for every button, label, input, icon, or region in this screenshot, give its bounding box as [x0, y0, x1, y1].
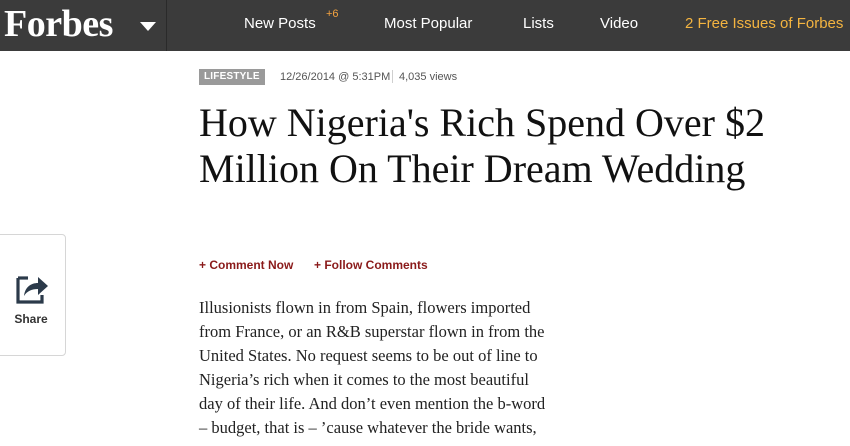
meta-divider — [392, 70, 393, 83]
body-line: Nigeria’s rich when it comes to the most… — [199, 370, 529, 389]
share-label: Share — [14, 312, 48, 326]
body-line: from France, or an R&B superstar flown i… — [199, 322, 545, 341]
nav-video[interactable]: Video — [600, 14, 638, 34]
chevron-down-icon[interactable] — [136, 14, 160, 38]
body-line: United States. No request seems to be ou… — [199, 346, 538, 365]
nav-lists[interactable]: Lists — [523, 14, 554, 34]
share-widget[interactable]: Share — [0, 234, 66, 356]
view-count: 4,035 views — [399, 71, 458, 83]
article-body: Illusionists flown in from Spain, flower… — [199, 296, 619, 440]
nav-free-issues-promo[interactable]: 2 Free Issues of Forbes — [685, 14, 843, 34]
body-line: – budget, that is – ’cause whatever the … — [199, 418, 537, 437]
new-posts-count-badge: +6 — [326, 8, 339, 20]
body-line: Illusionists flown in from Spain, flower… — [199, 298, 531, 317]
nav-new-posts[interactable]: New Posts — [244, 14, 316, 34]
follow-comments-link[interactable]: + Follow Comments — [314, 258, 428, 272]
article-headline: How Nigeria's Rich Spend Over $2 Million… — [199, 100, 765, 191]
comment-now-link[interactable]: + Comment Now — [199, 258, 293, 272]
body-line: day of their life. And don’t even mentio… — [199, 394, 546, 413]
top-nav-bar: Forbes New Posts +6 Most Popular Lists V… — [0, 0, 850, 51]
share-arrow-icon — [16, 276, 48, 304]
category-badge[interactable]: LIFESTYLE — [199, 69, 265, 85]
nav-divider — [166, 0, 167, 51]
forbes-logo[interactable]: Forbes — [4, 2, 113, 46]
publish-timestamp: 12/26/2014 @ 5:31PM — [280, 71, 391, 83]
nav-most-popular[interactable]: Most Popular — [384, 14, 472, 34]
